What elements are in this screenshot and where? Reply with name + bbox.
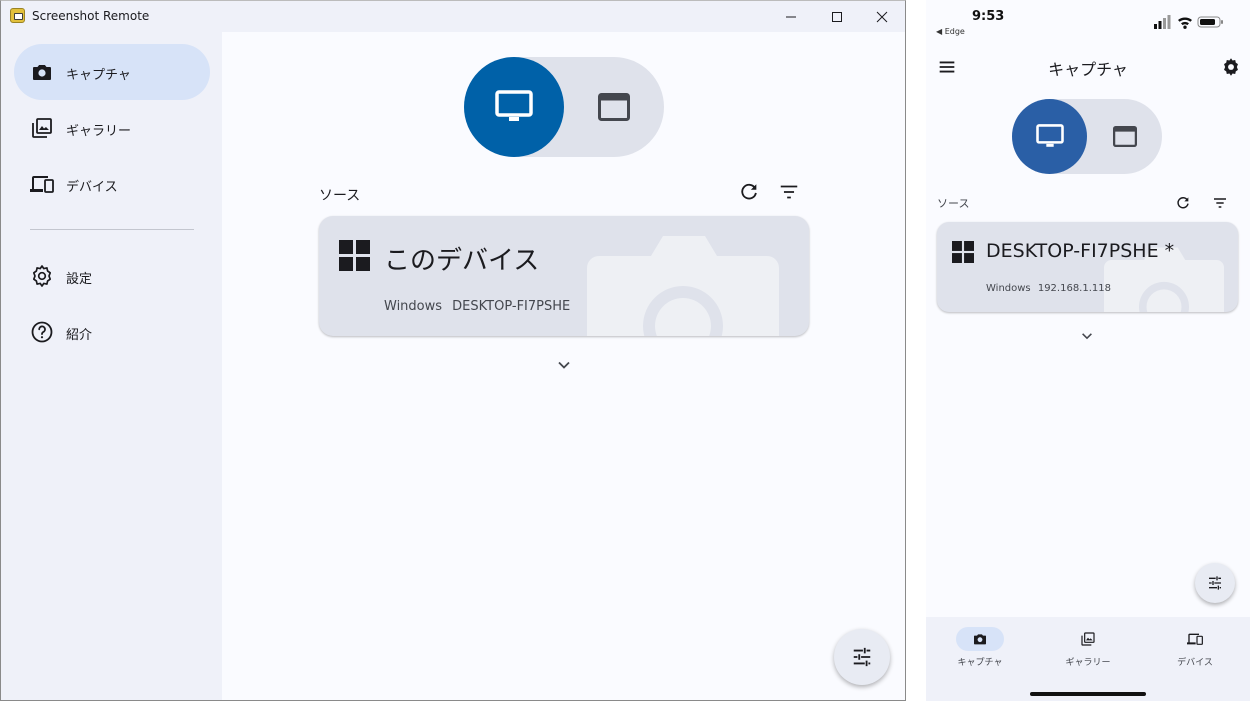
filter-icon — [1214, 198, 1226, 208]
refresh-icon — [741, 183, 757, 200]
chevron-down-icon[interactable] — [556, 357, 572, 373]
window-title: Screenshot Remote — [32, 9, 150, 23]
device-os: Windows — [384, 299, 443, 314]
gear-icon[interactable] — [1220, 56, 1242, 78]
maximize-button[interactable] — [814, 1, 860, 32]
minimize-button[interactable] — [768, 1, 814, 32]
nav-indicator — [1064, 627, 1112, 651]
tune-icon — [853, 647, 871, 667]
bottom-nav-gallery[interactable]: ギャラリー — [1038, 627, 1138, 677]
device-card[interactable]: DESKTOP-FI7PSHE * Windows 192.168.1.118 — [937, 222, 1238, 312]
device-details: Windows 192.168.1.118 — [986, 283, 1111, 294]
nav-indicator — [1171, 627, 1219, 651]
signal-icon — [1154, 15, 1171, 29]
app-icon — [10, 8, 25, 23]
sidebar-item-label: ギャラリー — [66, 124, 132, 139]
refresh-icon — [1177, 197, 1189, 209]
devices-icon — [1187, 633, 1203, 645]
bottom-nav-label: デバイス — [1177, 658, 1213, 668]
sidebar-item-label: デバイス — [66, 180, 118, 195]
bottom-nav-devices[interactable]: デバイス — [1145, 627, 1245, 677]
window-icon — [1112, 126, 1137, 147]
device-name: DESKTOP-FI7PSHE * — [986, 240, 1175, 262]
status-icons — [1154, 15, 1223, 29]
camera-icon — [33, 65, 51, 80]
gear-icon — [32, 265, 52, 287]
source-label: ソース — [319, 188, 361, 204]
device-name: このデバイス — [384, 246, 540, 276]
mode-screen-button[interactable] — [464, 57, 564, 157]
filter-button[interactable] — [1206, 189, 1234, 217]
camera-icon — [974, 634, 986, 645]
sidebar-item-capture[interactable]: キャプチャ — [14, 44, 210, 100]
gallery-icon — [1081, 632, 1095, 646]
device-hostname: DESKTOP-FI7PSHE — [452, 299, 571, 314]
sidebar-item-devices[interactable]: デバイス — [14, 156, 210, 212]
page-title: キャプチャ — [1048, 60, 1128, 79]
maximize-icon — [832, 11, 842, 22]
devices-icon — [30, 176, 54, 193]
close-icon — [876, 11, 888, 22]
back-to-app-link[interactable]: ◀ Edge — [936, 27, 965, 36]
camera-watermark-icon — [587, 236, 779, 336]
mode-window-button[interactable] — [564, 57, 664, 157]
sidebar-item-about[interactable]: 紹介 — [14, 304, 210, 360]
sidebar-item-label: 紹介 — [66, 328, 93, 343]
refresh-button[interactable] — [1169, 189, 1197, 217]
minimize-icon — [786, 16, 796, 17]
sidebar-item-label: 設定 — [66, 272, 93, 287]
monitor-icon — [1035, 124, 1064, 147]
mode-screen-button[interactable] — [1012, 99, 1087, 174]
sidebar-item-label: キャプチャ — [66, 68, 131, 83]
mode-toggle — [1012, 99, 1162, 174]
sidebar: キャプチャ ギャラリー デバイス 設定 紹介 — [1, 32, 222, 700]
wifi-icon — [1178, 17, 1192, 29]
sidebar-item-gallery[interactable]: ギャラリー — [14, 100, 210, 156]
bottom-nav-capture[interactable]: キャプチャ — [930, 627, 1030, 677]
home-indicator — [1030, 692, 1146, 696]
capture-panel: ソース このデバイス Windows DESKTOP-FI7PSHE — [222, 32, 905, 700]
filter-button[interactable] — [775, 178, 803, 206]
window-icon — [598, 93, 630, 121]
device-details: Windows DESKTOP-FI7PSHE — [384, 299, 570, 314]
mode-toggle — [464, 57, 664, 157]
windows-logo-icon — [952, 241, 974, 263]
device-card[interactable]: このデバイス Windows DESKTOP-FI7PSHE — [319, 216, 809, 336]
device-os: Windows — [986, 283, 1031, 294]
help-icon — [31, 321, 53, 343]
status-time: 9:53 — [972, 9, 1005, 24]
windows-logo-icon — [339, 240, 370, 271]
nav-indicator — [956, 627, 1004, 651]
chevron-down-icon[interactable] — [1080, 329, 1094, 343]
bottom-navigation: キャプチャ ギャラリー デバイス — [926, 617, 1250, 701]
mode-window-button[interactable] — [1087, 99, 1162, 174]
desktop-window: Screenshot Remote キャプチャ ギャラリー デバイス 設定 紹介… — [0, 0, 906, 701]
capture-options-button[interactable] — [1195, 563, 1235, 603]
device-ip: 192.168.1.118 — [1037, 283, 1111, 294]
bottom-nav-label: キャプチャ — [957, 658, 1003, 668]
title-bar: Screenshot Remote — [1, 1, 905, 32]
capture-options-button[interactable] — [834, 629, 890, 685]
close-button[interactable] — [859, 1, 905, 32]
sidebar-item-settings[interactable]: 設定 — [14, 248, 210, 304]
sidebar-divider — [30, 229, 194, 230]
battery-icon — [1197, 16, 1223, 28]
monitor-icon — [495, 90, 533, 121]
refresh-button[interactable] — [735, 178, 763, 206]
gallery-icon — [32, 118, 52, 138]
bottom-nav-label: ギャラリー — [1065, 658, 1111, 668]
filter-icon — [780, 185, 798, 199]
tune-icon — [1209, 576, 1221, 590]
phone-screen: 9:53 ◀ Edge キャプチャ ソース DESKTOP-FI7PSHE * … — [926, 0, 1250, 701]
source-label: ソース — [937, 197, 970, 210]
